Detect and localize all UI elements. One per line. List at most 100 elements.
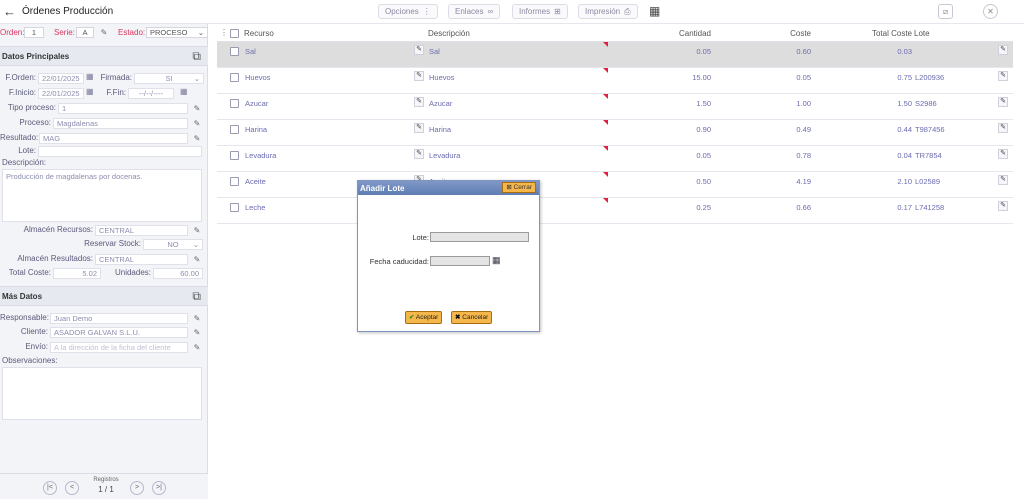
edit-icon[interactable]: ✎ [192, 328, 202, 338]
cancelar-button[interactable]: ✖ Cancelar [451, 311, 493, 324]
lote-edit-icon[interactable]: ✎ [998, 45, 1008, 55]
col-lote[interactable]: Lote [914, 29, 930, 38]
last-page-icon[interactable]: >| [152, 481, 166, 495]
row-checkbox[interactable] [230, 151, 239, 160]
impresion-button[interactable]: Impresión ⎙ [578, 4, 638, 19]
reservar-stock-select[interactable]: NO ⌄ [143, 239, 203, 250]
ffin-field[interactable]: --/--/---- [128, 88, 174, 99]
calendar-icon[interactable]: ▦ [86, 87, 94, 96]
col-cantidad[interactable]: Cantidad [657, 29, 711, 38]
cell-lote: L02589 [915, 177, 941, 186]
tipo-proceso-field[interactable]: 1 [58, 103, 188, 114]
lote-edit-icon[interactable]: ✎ [998, 175, 1008, 185]
cell-lote: L200936 [915, 73, 945, 82]
orden-field[interactable]: 1 [24, 27, 44, 38]
row-checkbox[interactable] [230, 177, 239, 186]
unidades-field[interactable]: 60.00 [153, 268, 203, 279]
col-total-coste[interactable]: Total Coste [832, 29, 912, 38]
descripcion-textarea[interactable]: Producción de magdalenas por docenas. [2, 169, 202, 222]
edit-section-icon[interactable]: ⧉ [192, 289, 201, 304]
edit-icon[interactable]: ✎ [192, 255, 202, 265]
estado-select[interactable]: PROCESO ⌄ [146, 27, 208, 38]
check-icon: ✔ [409, 314, 415, 321]
lote-edit-icon[interactable]: ✎ [998, 123, 1008, 133]
table-row[interactable]: Huevos ✎ Huevos 15.00 0.05 0.75 L200936 ✎ [217, 68, 1013, 94]
edit-icon[interactable]: ✎ [192, 104, 202, 114]
observaciones-textarea[interactable] [2, 367, 202, 420]
table-row[interactable]: Sal ✎ Sal 0.05 0.60 0.03 ✎ [217, 42, 1013, 68]
calendar-icon[interactable]: ▦ [86, 72, 94, 81]
lote-edit-icon[interactable]: ✎ [998, 149, 1008, 159]
reservar-stock-value: NO [167, 240, 179, 249]
resultado-field[interactable]: MAG [39, 133, 188, 144]
calendar-icon[interactable]: ▦ [492, 255, 501, 266]
cliente-field[interactable]: ASADOR GALVAN S.L.U. [50, 327, 188, 338]
dialog-lote-input[interactable] [430, 232, 529, 242]
cell-coste: 1.00 [796, 99, 811, 108]
almacen-recursos-field[interactable]: CENTRAL [95, 225, 188, 236]
close-icon[interactable]: ✕ [983, 4, 998, 19]
row-checkbox[interactable] [230, 203, 239, 212]
lote-edit-icon[interactable]: ✎ [998, 97, 1008, 107]
aceptar-button[interactable]: ✔ Aceptar [405, 311, 443, 324]
forden-field[interactable]: 22/01/2025 [38, 73, 84, 84]
serie-field[interactable]: A [76, 27, 94, 38]
proceso-field[interactable]: Magdalenas [53, 118, 188, 129]
recurso-edit-icon[interactable]: ✎ [414, 97, 424, 107]
finicio-field[interactable]: 22/01/2025 [38, 88, 84, 99]
almacen-resultados-field[interactable]: CENTRAL [95, 254, 188, 265]
table-row[interactable]: Aceite✎Aceite0.504.192.10L02589✎ [217, 172, 1013, 198]
recurso-edit-icon[interactable]: ✎ [414, 45, 424, 55]
dialog-titlebar[interactable]: Añadir Lote ⊠ Cerrar [358, 181, 539, 195]
fecha-caducidad-input[interactable] [430, 256, 490, 266]
informes-button[interactable]: Informes ⊞ [512, 4, 568, 19]
chevron-down-icon: ⌄ [193, 74, 200, 83]
row-checkbox[interactable] [230, 125, 239, 134]
expand-icon[interactable]: ⧄ [938, 4, 953, 19]
envio-field[interactable]: A la dirección de la ficha del cliente [50, 342, 188, 353]
estado-label: Estado: [118, 28, 146, 37]
prev-page-icon[interactable]: < [65, 481, 79, 495]
table-row[interactable]: Levadura ✎ Levadura 0.05 0.78 0.04 TR7854 ✎ [217, 146, 1013, 172]
select-all-checkbox[interactable] [230, 29, 239, 38]
edit-icon[interactable]: ✎ [192, 314, 202, 324]
responsable-field[interactable]: Juan Demo [50, 313, 188, 324]
back-arrow-icon[interactable]: ← [3, 4, 16, 19]
edit-icon[interactable]: ✎ [192, 343, 202, 353]
table-row[interactable]: Harina ✎ Harina 0.90 0.49 0.44 T987456 ✎ [217, 120, 1013, 146]
edit-icon[interactable]: ✎ [192, 134, 202, 144]
column-menu-icon[interactable]: ⋮ [220, 28, 228, 37]
lote-edit-icon[interactable]: ✎ [998, 201, 1008, 211]
edit-icon[interactable]: ✎ [192, 119, 202, 129]
barcode-icon[interactable]: ▦ [649, 4, 660, 18]
cell-lote: T987456 [915, 125, 945, 134]
recurso-edit-icon[interactable]: ✎ [414, 149, 424, 159]
cerrar-label: Cerrar [513, 184, 532, 191]
table-row[interactable]: Leche✎0.250.660.17L741258✎ [217, 198, 1013, 224]
cerrar-button[interactable]: ⊠ Cerrar [502, 182, 536, 193]
serie-edit-icon[interactable]: ✎ [99, 28, 109, 38]
col-recurso[interactable]: Recurso [244, 29, 274, 38]
almacen-resultados-label: Almacén Resultados: [17, 254, 93, 263]
edit-icon[interactable]: ✎ [192, 226, 202, 236]
table-row[interactable]: Azucar ✎ Azucar 1.50 1.00 1.50 S2986 ✎ [217, 94, 1013, 120]
recurso-edit-icon[interactable]: ✎ [414, 123, 424, 133]
lote-edit-icon[interactable]: ✎ [998, 71, 1008, 81]
first-page-icon[interactable]: |< [43, 481, 57, 495]
edit-section-icon[interactable]: ⧉ [192, 49, 201, 64]
row-checkbox[interactable] [230, 73, 239, 82]
recurso-edit-icon[interactable]: ✎ [414, 71, 424, 81]
calendar-icon[interactable]: ▦ [180, 87, 188, 96]
row-checkbox[interactable] [230, 99, 239, 108]
cell-total-coste: 2.10 [897, 177, 912, 186]
row-checkbox[interactable] [230, 47, 239, 56]
firmada-select[interactable]: SI ⌄ [134, 73, 204, 84]
opciones-button[interactable]: Opciones ⋮ [378, 4, 438, 19]
next-page-icon[interactable]: > [130, 481, 144, 495]
comment-marker-icon [603, 94, 608, 99]
col-descripcion[interactable]: Descripción [428, 29, 470, 38]
lote-field[interactable] [38, 146, 202, 157]
mas-datos-title: Más Datos [2, 292, 43, 301]
enlaces-button[interactable]: Enlaces ∞ [448, 4, 501, 19]
col-coste[interactable]: Coste [757, 29, 811, 38]
